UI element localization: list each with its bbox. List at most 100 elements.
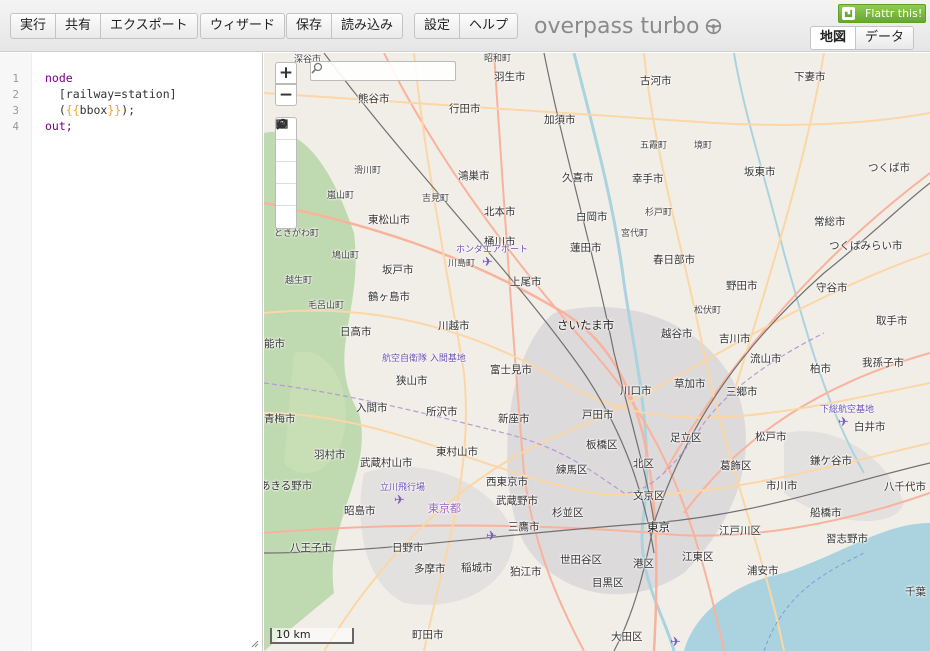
place-label: 加須市 bbox=[544, 114, 576, 126]
place-label: 松伏町 bbox=[694, 306, 722, 316]
place-label: 武蔵野市 bbox=[496, 495, 538, 507]
place-label: 吉川市 bbox=[719, 333, 751, 345]
save-button[interactable]: 保存 bbox=[287, 14, 333, 38]
code-line-3[interactable]: ({{bbox}}); bbox=[45, 103, 135, 117]
overpass-turbo-app: 実行 共有 エクスポート ウィザード 保存 読み込み 設定 ヘルプ overpa… bbox=[0, 0, 930, 651]
place-label: あきる野市 bbox=[264, 480, 313, 492]
toggle-data-overlay-button[interactable] bbox=[276, 119, 296, 184]
place-label: 大田区 bbox=[611, 631, 643, 643]
place-label: 幸手市 bbox=[632, 173, 664, 185]
place-label: 能市 bbox=[264, 338, 285, 350]
place-label: 行田市 bbox=[449, 103, 481, 115]
flattr-icon bbox=[842, 7, 855, 20]
place-label: 葛飾区 bbox=[720, 460, 752, 472]
code-line-2[interactable]: [railway=station] bbox=[45, 87, 177, 101]
place-label: 川越市 bbox=[438, 320, 470, 332]
place-label: 鶴ヶ島市 bbox=[368, 291, 410, 303]
place-label: 流山市 bbox=[750, 353, 782, 365]
load-button[interactable]: 読み込み bbox=[332, 14, 402, 38]
zoom-out-button[interactable]: − bbox=[275, 84, 297, 106]
place-label: 日高市 bbox=[340, 326, 372, 338]
place-label: 所沢市 bbox=[426, 406, 458, 418]
place-label: 三鷹市 bbox=[508, 521, 540, 533]
line-number: 1 bbox=[12, 72, 19, 85]
poi-label: 航空自衛隊 入間基地 bbox=[382, 354, 466, 364]
place-label: 宮代町 bbox=[621, 229, 649, 239]
zoom-in-button[interactable]: + bbox=[275, 62, 297, 84]
tab-map[interactable]: 地図 bbox=[811, 27, 857, 49]
run-button[interactable]: 実行 bbox=[11, 14, 57, 38]
place-label: 新座市 bbox=[498, 413, 530, 425]
place-label: 狛江市 bbox=[510, 566, 542, 578]
place-label: 下妻市 bbox=[794, 71, 826, 83]
poi-label: ホンダエアポート bbox=[456, 245, 529, 255]
prefecture-label: 東京都 bbox=[428, 502, 461, 515]
code-line-1[interactable]: node bbox=[45, 71, 73, 85]
code-paren: ); bbox=[121, 103, 136, 117]
forbidden-icon bbox=[277, 119, 287, 129]
line-number-gutter: 1 2 3 4 bbox=[0, 53, 32, 651]
code-line-4[interactable]: out; bbox=[45, 119, 73, 133]
tab-data[interactable]: データ bbox=[856, 27, 914, 49]
place-label: 東村山市 bbox=[436, 446, 478, 458]
resize-handle-icon[interactable] bbox=[249, 638, 259, 648]
place-label: 東松山市 bbox=[368, 214, 410, 226]
place-label: 坂戸市 bbox=[382, 264, 414, 276]
place-label: 板橋区 bbox=[586, 439, 618, 451]
place-label: 船橋市 bbox=[810, 507, 842, 519]
place-label: 北区 bbox=[633, 458, 654, 470]
query-editor[interactable]: 1 2 3 4 node [railway=station] ({{bbox}}… bbox=[0, 53, 263, 651]
place-label: 杉戸町 bbox=[645, 208, 673, 218]
place-label: 上尾市 bbox=[510, 276, 542, 288]
place-label: 日野市 bbox=[392, 542, 424, 554]
place-label: 市川市 bbox=[766, 480, 798, 492]
airport-icon: ✈ bbox=[486, 529, 497, 544]
template-brace: {{ bbox=[65, 103, 80, 117]
wizard-button[interactable]: ウィザード bbox=[201, 14, 284, 38]
poi-label: 下総航空基地 bbox=[820, 405, 875, 415]
place-label: 坂東市 bbox=[744, 166, 776, 178]
place-label: 白井市 bbox=[854, 421, 886, 433]
search-icon[interactable] bbox=[311, 62, 323, 74]
flattr-button[interactable]: Flattr this! bbox=[838, 4, 926, 23]
map-tools bbox=[275, 117, 297, 229]
help-button[interactable]: ヘルプ bbox=[460, 14, 517, 38]
share-button[interactable]: 共有 bbox=[56, 14, 102, 38]
map-search bbox=[310, 61, 456, 83]
wizard-button-group: ウィザード bbox=[200, 13, 286, 39]
line-number: 3 bbox=[12, 104, 19, 117]
brand-title: overpass turbo bbox=[534, 13, 700, 39]
place-label: 武蔵村山市 bbox=[360, 457, 413, 469]
place-label: 三郷市 bbox=[726, 386, 758, 398]
locate-button[interactable] bbox=[276, 119, 296, 162]
place-label: つくばみらい市 bbox=[829, 240, 903, 252]
place-label: 越谷市 bbox=[661, 328, 693, 340]
place-label: 浦安市 bbox=[747, 565, 779, 577]
place-label: 熊谷市 bbox=[358, 93, 390, 105]
fullscreen-button[interactable] bbox=[276, 120, 296, 206]
line-number: 2 bbox=[12, 88, 19, 101]
place-label: 鳩山町 bbox=[332, 251, 360, 261]
place-label: 羽村市 bbox=[314, 449, 346, 461]
settings-button[interactable]: 設定 bbox=[415, 14, 461, 38]
place-label: 文京区 bbox=[633, 490, 665, 502]
map-view[interactable]: 深谷市 昭和町 羽生市 古河市 下妻市 熊谷市 行田市 加須市 五霞町 境町 つ… bbox=[264, 53, 930, 651]
airport-icon: ✈ bbox=[838, 415, 849, 430]
place-label: 境町 bbox=[694, 141, 713, 151]
place-label: 白岡市 bbox=[576, 211, 608, 223]
place-label: 古河市 bbox=[640, 75, 672, 87]
place-label: 八千代市 bbox=[884, 481, 926, 493]
place-label: 守谷市 bbox=[816, 282, 848, 294]
airport-icon: ✈ bbox=[482, 255, 493, 270]
place-label: 目黒区 bbox=[592, 577, 624, 589]
export-button[interactable]: エクスポート bbox=[101, 14, 197, 38]
place-label: 嵐山町 bbox=[327, 191, 355, 201]
poi-label: 立川飛行場 bbox=[380, 483, 426, 493]
map-search-input[interactable] bbox=[311, 65, 431, 83]
clear-data-button[interactable] bbox=[276, 119, 296, 228]
place-label: 江東区 bbox=[682, 551, 714, 563]
place-label: 草加市 bbox=[674, 378, 706, 390]
brand: overpass turbo bbox=[534, 12, 722, 40]
place-label: 滑川町 bbox=[354, 166, 382, 176]
place-label: 取手市 bbox=[876, 315, 908, 327]
